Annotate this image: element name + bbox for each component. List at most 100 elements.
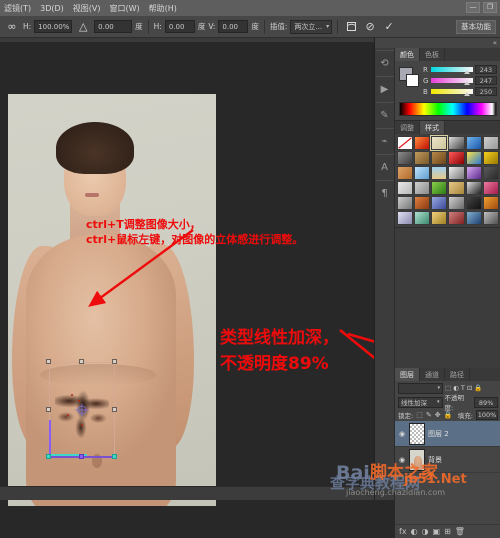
style-swatch[interactable] [482,196,499,210]
style-swatch[interactable] [448,211,465,225]
style-swatch[interactable] [414,136,431,150]
cancel-transform-icon[interactable]: ⊘ [362,19,378,34]
channel-slider-g[interactable] [431,78,473,85]
rail-item-history[interactable]: ⟲ [375,50,394,76]
color-swatch-pair[interactable] [399,67,419,87]
tab-layers[interactable]: 图层 [395,368,420,381]
style-swatch[interactable] [448,151,465,165]
style-swatch[interactable] [482,151,499,165]
free-transform-box[interactable] [46,359,117,459]
layer-thumbnail[interactable] [409,422,425,445]
menu-item-3d[interactable]: 3D(D) [40,4,64,13]
v-skew-input[interactable]: 0.00 [218,20,249,33]
style-swatch[interactable] [414,211,431,225]
style-swatch[interactable] [465,136,482,150]
color-spectrum-ramp[interactable] [399,102,497,116]
channel-value-g[interactable]: 247 [475,76,497,85]
tab-adjustments[interactable]: 调整 [395,121,420,134]
style-swatch[interactable] [397,181,414,195]
menu-item-filter[interactable]: 滤镜(T) [4,3,31,14]
menu-item-help[interactable]: 帮助(H) [149,3,177,14]
link-icon[interactable]: ∞ [4,19,20,34]
style-swatch[interactable] [414,166,431,180]
layer-style-icon[interactable]: ◐ [411,527,418,536]
filter-icon-adjustment[interactable]: ◐ [453,384,459,392]
style-swatch[interactable] [397,151,414,165]
rail-item-actions[interactable]: ▶ [375,76,394,102]
style-swatch[interactable] [465,196,482,210]
style-swatch[interactable] [482,136,499,150]
new-layer-icon[interactable]: ⊞ [444,527,451,536]
lock-all-icon[interactable]: 🔒 [444,411,453,419]
style-swatch[interactable] [431,196,448,210]
filter-icon-smart[interactable]: 🔒 [474,384,482,392]
delete-layer-icon[interactable]: 🗑 [455,527,465,536]
h-skew-input[interactable]: 0.00 [164,20,195,33]
filter-icon-type[interactable]: T [461,384,465,392]
tab-color[interactable]: 颜色 [395,48,420,61]
style-swatch[interactable] [397,136,414,150]
style-swatch[interactable] [397,196,414,210]
filter-icon-shape[interactable]: ⊡ [467,384,472,392]
style-swatch[interactable] [397,166,414,180]
style-swatch[interactable] [448,181,465,195]
workspace-button[interactable]: 基本功能 [456,19,496,34]
tab-styles[interactable]: 样式 [420,121,445,134]
channel-slider-r[interactable] [431,67,473,74]
style-swatch[interactable] [431,211,448,225]
background-color-swatch[interactable] [406,74,419,87]
channel-value-b[interactable]: 250 [475,87,497,96]
image-canvas[interactable] [8,94,216,506]
style-swatch[interactable] [465,211,482,225]
commit-transform-icon[interactable]: ✓ [381,19,397,34]
warp-icon[interactable] [343,19,359,34]
style-swatch[interactable] [482,166,499,180]
style-swatch[interactable] [414,181,431,195]
tab-swatches[interactable]: 色板 [420,48,445,61]
style-swatch[interactable] [430,135,449,151]
style-swatch[interactable] [448,166,465,180]
document-tab-bar[interactable] [0,38,374,42]
opacity-value[interactable]: 89% [474,396,498,408]
channel-value-r[interactable]: 243 [475,65,497,74]
angle-input[interactable]: 0.00 [94,20,133,33]
minimize-button[interactable]: — [466,2,480,13]
tab-paths[interactable]: 路径 [445,368,470,381]
style-swatch[interactable] [431,181,448,195]
style-swatch[interactable] [431,166,448,180]
link-layers-icon[interactable]: fx [399,527,407,536]
filter-icon-pixel[interactable]: ⬚ [445,384,451,392]
style-swatch[interactable] [448,196,465,210]
rail-item-clone-source[interactable]: ⌁ [375,128,394,154]
style-swatch[interactable] [431,151,448,165]
interpolation-select[interactable]: 两次立... [290,19,333,34]
style-swatch[interactable] [482,211,499,225]
menu-item-view[interactable]: 视图(V) [73,3,101,14]
style-swatch[interactable] [414,151,431,165]
style-swatch[interactable] [465,166,482,180]
rail-item-paragraph[interactable]: ¶ [375,180,394,206]
transform-reference-point[interactable] [75,403,89,417]
menu-item-window[interactable]: 窗口(W) [110,3,140,14]
style-swatch[interactable] [397,211,414,225]
lock-image-icon[interactable]: ✎ [426,411,432,419]
rail-item-character[interactable]: A [375,154,394,180]
style-swatch[interactable] [448,136,465,150]
channel-slider-b[interactable] [431,89,473,96]
table-row[interactable]: ◉ 图层 2 [395,421,500,447]
style-swatch[interactable] [414,196,431,210]
dock-collapse-icon[interactable]: « [375,38,500,48]
layer-visibility-icon[interactable]: ◉ [398,430,406,438]
adjustment-layer-icon[interactable]: ▣ [433,527,441,536]
fill-value[interactable]: 100% [476,410,498,420]
width-input[interactable]: 100.00% [34,20,73,33]
tab-channels[interactable]: 通道 [420,368,445,381]
lock-transparency-icon[interactable]: ⬚ [416,411,423,419]
layer-filter-kind[interactable] [398,382,443,394]
style-swatch[interactable] [465,151,482,165]
styles-grid[interactable] [395,134,500,227]
restore-button[interactable]: ❐ [483,2,497,13]
layer-mask-icon[interactable]: ◑ [422,527,429,536]
style-swatch[interactable] [482,181,499,195]
blend-mode-select[interactable]: 线性加深 [398,396,443,408]
